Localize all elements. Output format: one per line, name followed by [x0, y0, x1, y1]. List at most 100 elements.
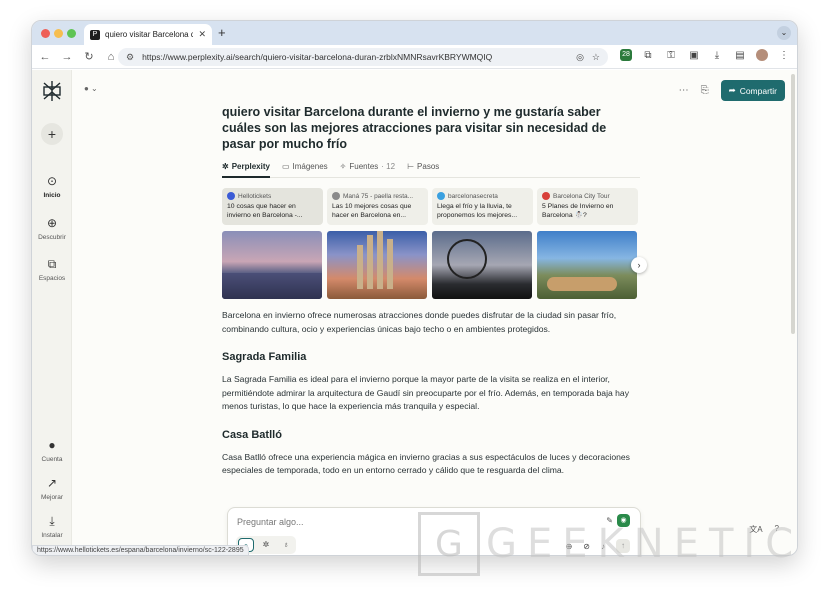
query-title: quiero visitar Barcelona durante el invi… — [222, 105, 607, 151]
steps-icon: ⊢ — [407, 162, 415, 171]
tab-label: Perplexity — [231, 162, 270, 171]
perplexity-icon: ✲ — [222, 162, 229, 171]
source-card[interactable]: barcelonasecreta Llega el frío y la lluv… — [432, 188, 533, 225]
source-site: Hellotickets — [238, 192, 272, 200]
source-title: Llega el frío y la lluvia, te proponemos… — [437, 203, 518, 219]
sidebar-item-label: Instalar — [41, 532, 63, 539]
sidebar-item-cuenta[interactable]: ● Cuenta — [32, 438, 72, 463]
globe-icon: ⊕ — [46, 216, 58, 230]
bookmark-icon[interactable]: ⎘ — [701, 85, 709, 96]
tab-label: Pasos — [417, 162, 440, 171]
share-label: Compartir — [739, 85, 777, 96]
user-picker-icon[interactable]: ● ⌄ — [84, 84, 98, 93]
eye-off-icon[interactable]: ◎ — [576, 52, 584, 63]
tab-strip: P quiero visitar Barcelona durante ✕ + ⌄ — [32, 21, 797, 45]
browser-toolbar: ← → ↻ ⌂ ⚙ https://www.perplexity.ai/sear… — [32, 45, 797, 69]
sidebar: + ⊙ Inicio ⊕ Descubrir ⧉ Espacios ● Cuen… — [32, 70, 72, 555]
section-heading: Casa Batlló — [222, 428, 282, 441]
tibidabo-wheel-image[interactable] — [432, 231, 532, 299]
source-title: 5 Planes de Invierno en Barcelona ☃️? — [542, 203, 614, 219]
source-card[interactable]: Hellotickets 10 cosas que hacer en invie… — [222, 188, 323, 225]
image-carousel: › — [222, 231, 647, 299]
install-icon: ⤓ — [49, 514, 55, 528]
sidebar-item-mejorar[interactable]: ↗ Mejorar — [32, 476, 72, 501]
sagrada-familia-image[interactable] — [327, 231, 427, 299]
new-thread-button[interactable]: + — [41, 123, 63, 145]
citytour-favicon-icon — [542, 192, 550, 200]
source-title: 10 cosas que hacer en invierno en Barcel… — [227, 203, 303, 219]
sidebar-item-label: Espacios — [38, 275, 66, 282]
profile-avatar[interactable] — [756, 49, 768, 61]
tab-fuentes[interactable]: ✧ Fuentes · 12 — [340, 162, 395, 171]
thread-content: quiero visitar Barcelona durante el invi… — [222, 104, 647, 478]
mana75-favicon-icon — [332, 192, 340, 200]
answer-tabs: ✲ Perplexity ▭ Imágenes ✧ Fuentes · 12 ⊢… — [222, 162, 640, 178]
tab-perplexity[interactable]: ✲ Perplexity — [222, 162, 270, 178]
source-site: Barcelona City Tour — [553, 192, 610, 200]
extension-badge[interactable]: 28 — [620, 49, 632, 61]
close-window-button[interactable] — [41, 29, 50, 38]
download-icon[interactable]: ⤓ — [710, 50, 724, 61]
tab-search-chevron-icon[interactable]: ⌄ — [777, 26, 791, 40]
carousel-next-icon[interactable]: › — [631, 257, 647, 273]
forward-arrow-icon[interactable]: → — [58, 48, 76, 66]
browser-menu-icon[interactable]: ⋮ — [777, 50, 791, 61]
sources-icon: ✧ — [339, 162, 347, 171]
close-tab-icon[interactable]: ✕ — [198, 29, 206, 40]
tab-pasos[interactable]: ⊢ Pasos — [407, 162, 439, 171]
sidebar-item-espacios[interactable]: ⧉ Espacios — [32, 257, 72, 282]
labs-mode-icon[interactable]: ♁ — [278, 538, 294, 552]
section-body: La Sagrada Familia es ideal para el invi… — [222, 374, 630, 411]
image-icon: ▭ — [281, 162, 290, 171]
sources-count: · 12 — [381, 162, 396, 171]
source-site: barcelonasecreta — [448, 192, 498, 200]
sidebar-item-descubrir[interactable]: ⊕ Descubrir — [32, 216, 72, 241]
site-info-icon[interactable]: ⚙ — [126, 52, 134, 63]
geeknetic-watermark: G GEEKNETIC — [418, 512, 803, 576]
perplexity-page: + ⊙ Inicio ⊕ Descubrir ⧉ Espacios ● Cuen… — [32, 70, 797, 555]
perplexity-logo-icon[interactable] — [41, 80, 63, 102]
tab-imagenes[interactable]: ▭ Imágenes — [282, 162, 328, 171]
sidebar-item-inicio[interactable]: ⊙ Inicio — [32, 174, 72, 199]
watermark-text: GEEKNETIC — [486, 521, 804, 567]
share-button[interactable]: ➦ Compartir — [720, 80, 785, 101]
new-tab-button[interactable]: + — [218, 25, 226, 40]
perplexity-favicon-icon: P — [90, 29, 100, 40]
reload-icon[interactable]: ↻ — [80, 48, 98, 66]
url-text[interactable]: https://www.perplexity.ai/search/quiero-… — [142, 52, 568, 62]
maximize-window-button[interactable] — [67, 29, 76, 38]
sidebar-item-instalar[interactable]: ⤓ Instalar — [32, 514, 72, 539]
browser-tab-active[interactable]: P quiero visitar Barcelona durante ✕ — [84, 24, 212, 45]
park-guell-image[interactable] — [537, 231, 637, 299]
sidebar-item-label: Mejorar — [40, 494, 64, 501]
section-body: Casa Batlló ofrece una experiencia mágic… — [222, 451, 630, 476]
address-bar[interactable]: ⚙ https://www.perplexity.ai/search/quier… — [118, 48, 608, 66]
source-card[interactable]: Barcelona City Tour 5 Planes de Invierno… — [537, 188, 638, 225]
sidebar-item-label: Inicio — [43, 192, 61, 199]
section-heading: Sagrada Familia — [222, 351, 307, 363]
upgrade-icon: ↗ — [46, 476, 58, 490]
account-icon: ● — [48, 438, 56, 452]
browser-window: P quiero visitar Barcelona durante ✕ + ⌄… — [31, 20, 798, 556]
ask-input[interactable]: Preguntar algo... — [237, 517, 304, 527]
minimize-window-button[interactable] — [54, 29, 63, 38]
source-site: Maná 75 - paella resta... — [343, 192, 414, 200]
sidebar-item-label: Cuenta — [41, 456, 63, 463]
password-key-icon[interactable]: ⚿ — [664, 50, 678, 61]
barcelona-skyline-image[interactable] — [222, 231, 322, 299]
sidebar-item-label: Descubrir — [38, 234, 66, 241]
sidepanel-icon[interactable]: ▣ — [687, 50, 701, 61]
reading-list-icon[interactable]: ▤ — [733, 50, 747, 61]
bookmark-star-icon[interactable]: ☆ — [592, 52, 600, 63]
tab-title: quiero visitar Barcelona durante — [105, 30, 193, 39]
page-scrollbar[interactable] — [791, 74, 795, 334]
more-options-icon[interactable]: ⋯ — [679, 85, 689, 96]
share-icon: ➦ — [728, 85, 736, 95]
tab-label: Fuentes — [349, 162, 379, 171]
extensions-puzzle-icon[interactable]: ⧉ — [641, 50, 655, 61]
source-card[interactable]: Maná 75 - paella resta... Las 10 mejores… — [327, 188, 428, 225]
spaces-icon: ⧉ — [47, 257, 57, 271]
research-mode-icon[interactable]: ✲ — [258, 538, 274, 552]
back-arrow-icon[interactable]: ← — [36, 48, 54, 66]
tab-label: Imágenes — [292, 162, 328, 171]
